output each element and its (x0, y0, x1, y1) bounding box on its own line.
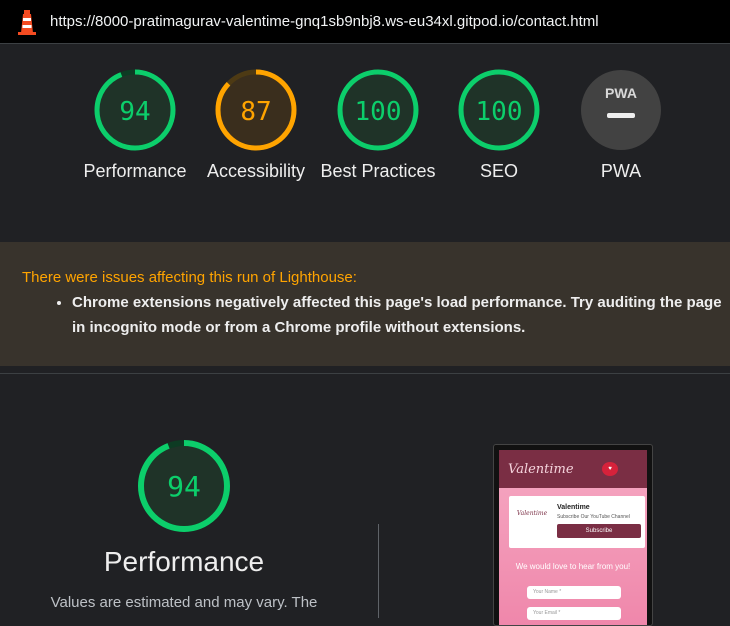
category-gauges: 94 Performance 87 Accessibility 100 Best… (0, 68, 730, 218)
gauge-label: PWA (600, 161, 642, 181)
warning-title: There were issues affecting this run of … (22, 269, 357, 286)
gauge-score: 87 (240, 97, 271, 127)
preview-name-input: Your Name * (527, 586, 621, 599)
pwa-badge: PWA (581, 70, 661, 150)
preview-subscribe-card: Valentime Valentime Subscribe Our YouTub… (509, 496, 645, 548)
gauge-best-practices-ring: 100 (337, 69, 419, 151)
gauge-label: Accessibility (206, 161, 306, 181)
performance-description: Values are estimated and may vary. The (50, 594, 318, 611)
gauge-performance[interactable]: 94 Performance (70, 68, 200, 184)
gauge-score: 94 (119, 97, 150, 127)
performance-gauge-large: 94 (137, 439, 231, 538)
preview-hero-text: We would love to hear from you! (515, 562, 631, 571)
gauge-seo[interactable]: 100 SEO (434, 68, 564, 184)
lighthouse-icon (18, 9, 36, 35)
warning-list: Chrome extensions negatively affected th… (50, 290, 730, 340)
url-bar: https://8000-pratimagurav-valentime-gnq1… (0, 0, 730, 44)
gauge-label: Best Practices (320, 161, 436, 181)
preview-header: Valentime ♥ (499, 450, 647, 488)
preview-card-title: Valentime (557, 504, 590, 511)
section-divider (0, 373, 730, 374)
performance-score: 94 (167, 470, 201, 503)
performance-ring: 94 (138, 440, 230, 532)
gauge-label: SEO (479, 161, 518, 181)
gauge-score: 100 (355, 97, 402, 127)
pwa-badge-text: PWA (605, 85, 637, 101)
pwa-dash-icon (607, 113, 635, 118)
preview-card-brand: Valentime (516, 510, 548, 517)
preview-subscribe-button: Subscribe (557, 524, 641, 538)
gauge-seo-ring: 100 (458, 69, 540, 151)
gauge-label: Performance (83, 161, 187, 181)
run-warnings: There were issues affecting this run of … (0, 242, 730, 366)
performance-title: Performance (103, 546, 265, 577)
gauge-accessibility-ring: 87 (215, 69, 297, 151)
gauge-best-practices[interactable]: 100 Best Practices (313, 68, 443, 184)
warning-item: Chrome extensions negatively affected th… (72, 290, 730, 340)
preview-email-input: Your Email * (527, 607, 621, 620)
gauge-performance-ring: 94 (94, 69, 176, 151)
section-vertical-divider (378, 524, 379, 618)
preview-logo: Valentime (508, 462, 574, 477)
page-screenshot-preview[interactable]: Valentime ♥ Valentime Valentime Subscrib… (493, 444, 653, 626)
gauge-accessibility[interactable]: 87 Accessibility (191, 68, 321, 184)
heart-icon: ♥ (602, 462, 618, 476)
gauge-pwa[interactable]: PWA PWA (556, 68, 686, 184)
page-url[interactable]: https://8000-pratimagurav-valentime-gnq1… (50, 13, 599, 30)
preview-card-subtitle: Subscribe Our YouTube Channel (557, 514, 630, 520)
gauge-score: 100 (476, 97, 523, 127)
